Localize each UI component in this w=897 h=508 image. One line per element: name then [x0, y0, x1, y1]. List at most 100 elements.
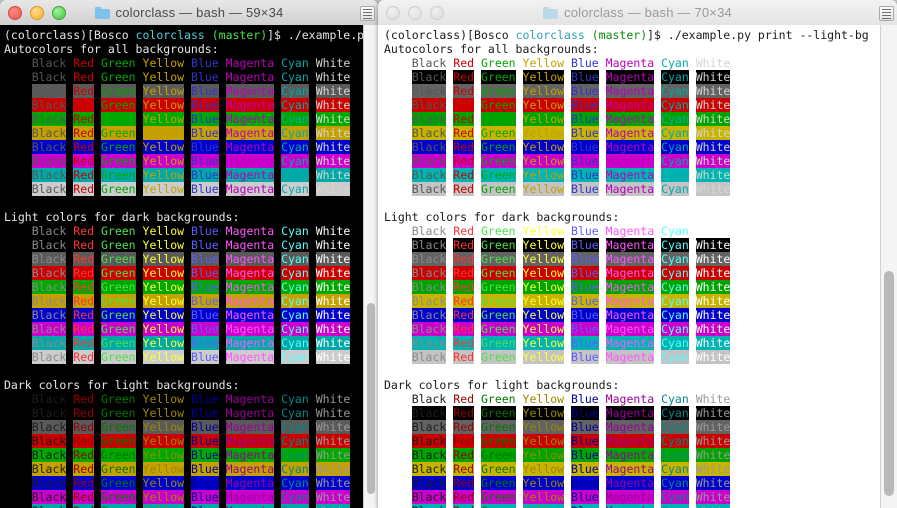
grid-cell-magenta-black: Black: [31, 154, 67, 168]
grid-row-blue: Black Red Green Yellow Blue Magenta Cyan…: [4, 476, 364, 490]
grid-cell-yellow-red: Red: [453, 294, 475, 308]
grid-cell-magenta-yellow: Yellow: [522, 490, 565, 504]
grid-cell-red-white: White: [695, 434, 731, 448]
grid-cell-grey-cyan: Cyan: [281, 252, 309, 266]
grid-cell-black-black: Black: [411, 70, 447, 84]
zoom-button[interactable]: [430, 6, 444, 20]
grid-cell-white-magenta: Magenta: [605, 350, 655, 364]
scrollbar-thumb[interactable]: [884, 271, 894, 496]
grid-cell-cyan-yellow: Yellow: [142, 336, 185, 350]
grid-cell-blue-green: Green: [100, 476, 136, 490]
grid-cell-grey-yellow: Yellow: [142, 84, 185, 98]
minimize-button[interactable]: [408, 6, 422, 20]
terminal-body-right[interactable]: (colorclass)[Bosco colorclass (master)]$…: [378, 25, 897, 508]
window-title-right: colorclass — bash — 70×34: [543, 5, 732, 20]
vertical-scrollbar-right[interactable]: [880, 25, 897, 508]
close-button[interactable]: [8, 6, 22, 20]
prompt-venv: (colorclass): [4, 28, 88, 42]
grid-row-blue: Black Red Green Yellow Blue Magenta Cyan…: [384, 140, 881, 154]
grid-cell-yellow-magenta: Magenta: [225, 126, 275, 140]
vertical-scrollbar-left[interactable]: [363, 25, 378, 508]
minimize-button[interactable]: [30, 6, 44, 20]
grid-cell-magenta-blue: Blue: [571, 154, 599, 168]
terminal-window-right[interactable]: colorclass — bash — 70×34 (colorclass)[B…: [378, 0, 897, 508]
scrollbar-thumb[interactable]: [367, 303, 375, 494]
window-controls-left[interactable]: [8, 6, 66, 20]
grid-cell-magenta-white: White: [315, 490, 351, 504]
grid-row-white: Black Red Green Yellow Blue Magenta Cyan…: [4, 182, 364, 196]
grid-header-red: Red: [453, 392, 475, 406]
grid-cell-green-magenta: Magenta: [225, 280, 275, 294]
zoom-button[interactable]: [52, 6, 66, 20]
terminal-menu-icon-left[interactable]: [360, 6, 375, 21]
title-bar-right[interactable]: colorclass — bash — 70×34: [378, 0, 897, 26]
grid-cell-yellow-black: Black: [411, 294, 447, 308]
grid-cell-grey-black: Black: [31, 420, 67, 434]
grid-row-grey: Black Red Green Yellow Blue Magenta Cyan…: [384, 420, 881, 434]
grid-header-blue: Blue: [191, 224, 219, 238]
grid-cell-white-green: Green: [100, 350, 136, 364]
section-heading-text: Autocolors for all backgrounds:: [4, 42, 219, 56]
grid-cell-grey-yellow: Yellow: [522, 420, 565, 434]
grid-cell-red-cyan: Cyan: [661, 434, 689, 448]
terminal-menu-icon-right[interactable]: [879, 6, 894, 21]
grid-cell-green-white: White: [315, 112, 351, 126]
grid-cell-white-magenta: Magenta: [225, 182, 275, 196]
section-heading-text: Light colors for dark backgrounds:: [4, 210, 240, 224]
grid-cell-blue-yellow: Yellow: [522, 140, 565, 154]
grid-cell-cyan-magenta: Magenta: [605, 504, 655, 508]
grid-cell-grey-magenta: Magenta: [225, 252, 275, 266]
grid-cell-red-green: Green: [480, 266, 516, 280]
terminal-body-left[interactable]: (colorclass)[Bosco colorclass (master)]$…: [0, 25, 378, 508]
terminal-window-left[interactable]: colorclass — bash — 59×34 (colorclass)[B…: [0, 0, 378, 508]
close-button[interactable]: [386, 6, 400, 20]
window-controls-right[interactable]: [386, 6, 444, 20]
grid-cell-blue-red: Red: [453, 140, 475, 154]
grid-cell-blue-black: Black: [411, 140, 447, 154]
window-title-left: colorclass — bash — 59×34: [94, 5, 284, 20]
grid-cell-yellow-blue: Blue: [191, 294, 219, 308]
title-bar-left[interactable]: colorclass — bash — 59×34: [0, 0, 378, 26]
grid-header-cyan: Cyan: [661, 392, 689, 406]
grid-cell-black-blue: Blue: [191, 406, 219, 420]
grid-header-black: Black: [411, 224, 447, 238]
grid-cell-cyan-black: Black: [411, 168, 447, 182]
section-heading: Light colors for dark backgrounds:: [4, 210, 364, 224]
grid-cell-yellow-blue: Blue: [191, 126, 219, 140]
grid-cell-yellow-cyan: Cyan: [661, 294, 689, 308]
grid-cell-red-black: Black: [31, 434, 67, 448]
